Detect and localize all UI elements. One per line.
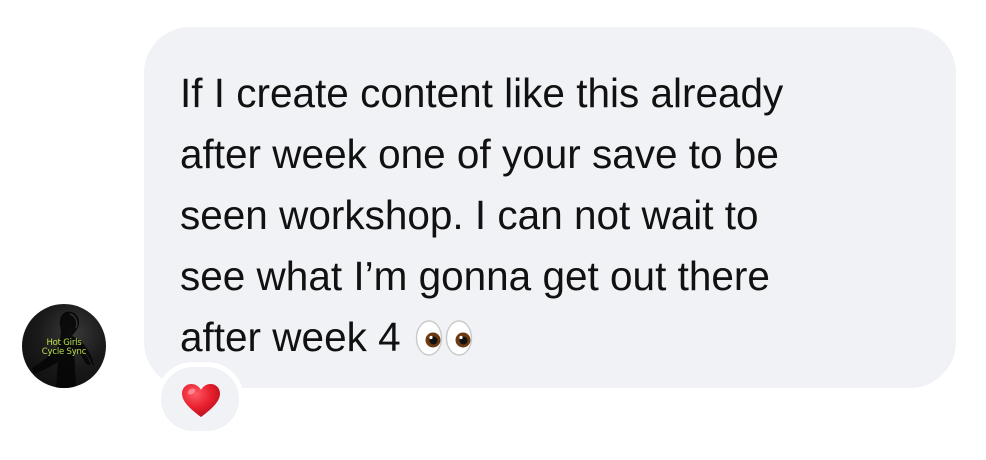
red-heart-icon	[182, 384, 220, 417]
message-line: after week one of your save to be	[180, 131, 779, 177]
message-bubble[interactable]: If I create content like this already af…	[144, 27, 956, 388]
message-line: seen workshop. I can not wait to	[180, 192, 759, 238]
message-text: If I create content like this already af…	[180, 63, 940, 374]
reaction-badge[interactable]	[156, 362, 244, 436]
message-row: Hot Girls Cycle Sync If I create content…	[0, 0, 986, 460]
avatar-label-line2: Cycle Sync	[41, 347, 87, 357]
message-line-last: after week 4	[180, 307, 940, 374]
avatar[interactable]: Hot Girls Cycle Sync	[22, 304, 106, 388]
message-line: see what I’m gonna get out there	[180, 253, 770, 299]
message-line: If I create content like this already	[180, 70, 784, 116]
eyes-emoji-icon	[415, 313, 473, 374]
message-line-text: after week 4	[180, 314, 401, 360]
